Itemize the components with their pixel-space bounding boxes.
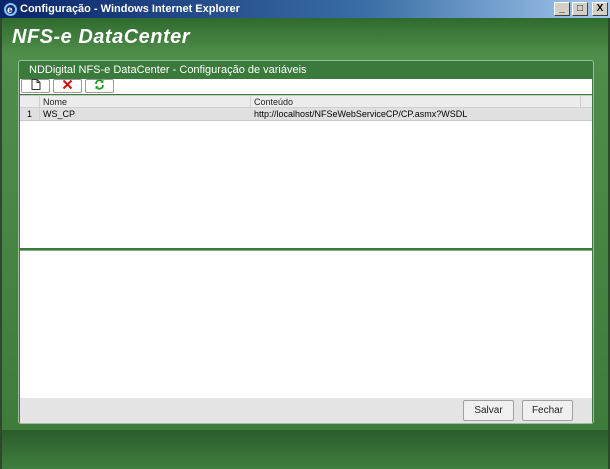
toolbar — [20, 79, 592, 94]
app-area: NFS-e DataCenter NDDigital NFS-e DataCen… — [0, 18, 610, 469]
config-panel: NDDigital NFS-e DataCenter - Configuraçã… — [18, 60, 594, 424]
app-brand: NFS-e DataCenter — [12, 26, 191, 48]
column-header-conteudo[interactable]: Conteúdo — [251, 96, 581, 107]
variables-grid: Nome Conteúdo 1 WS_CP http://localhost/N… — [20, 95, 592, 248]
new-button[interactable] — [21, 79, 50, 93]
save-button[interactable]: Salvar — [463, 400, 514, 421]
new-document-icon — [31, 79, 41, 93]
row-number: 1 — [20, 108, 40, 120]
cell-conteudo[interactable]: http://localhost/NFSeWebServiceCP/CP.asm… — [251, 108, 581, 120]
refresh-icon — [94, 79, 105, 93]
delete-x-icon — [62, 79, 73, 93]
bottom-bar — [2, 430, 608, 469]
detail-area — [20, 250, 592, 398]
column-header-nome[interactable]: Nome — [40, 96, 251, 107]
grid-header: Nome Conteúdo — [20, 96, 592, 108]
window-title: Configuração - Windows Internet Explorer — [20, 3, 240, 15]
delete-button[interactable] — [53, 79, 82, 93]
svg-text:e: e — [7, 5, 13, 16]
row-number-header — [20, 96, 40, 107]
cell-nome[interactable]: WS_CP — [40, 108, 251, 120]
internet-explorer-icon: e — [3, 2, 17, 16]
close-dialog-button[interactable]: Fechar — [522, 400, 573, 421]
minimize-button[interactable]: _ — [554, 2, 570, 16]
panel-title: NDDigital NFS-e DataCenter - Configuraçã… — [29, 64, 307, 76]
maximize-button[interactable]: □ — [572, 2, 588, 16]
panel-footer: Salvar Fechar — [20, 398, 592, 423]
window-titlebar: e Configuração - Windows Internet Explor… — [0, 0, 610, 18]
table-row[interactable]: 1 WS_CP http://localhost/NFSeWebServiceC… — [20, 108, 592, 121]
refresh-button[interactable] — [85, 79, 114, 93]
close-button[interactable]: X — [592, 2, 608, 16]
